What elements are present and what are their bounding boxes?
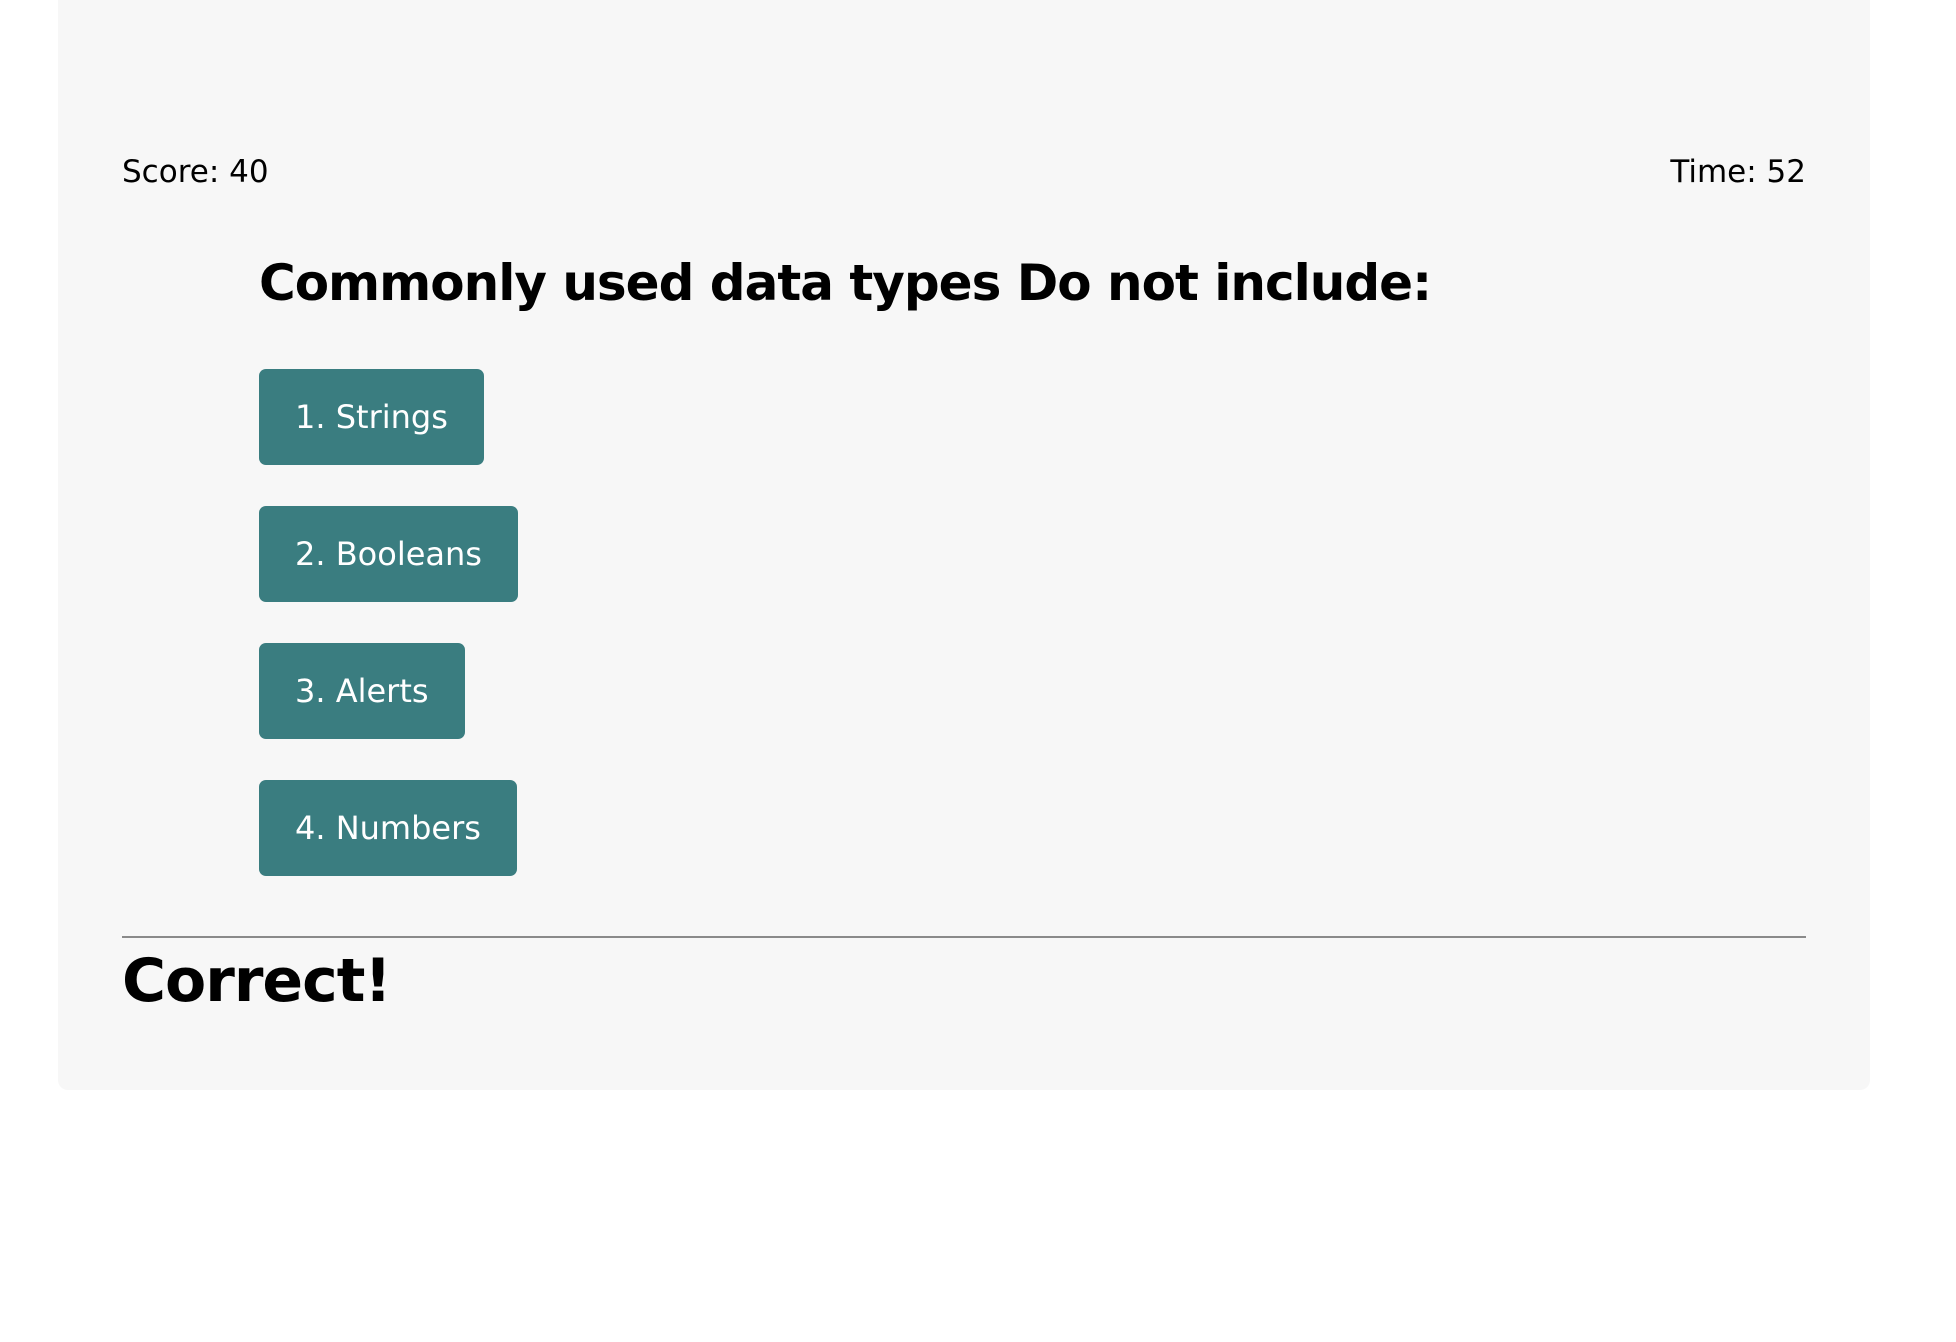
quiz-card: Score: 40 Time: 52 Commonly used data ty… — [58, 0, 1870, 1090]
feedback-divider — [122, 936, 1806, 938]
choice-button-alerts[interactable]: 3. Alerts — [259, 643, 465, 739]
answer-choices: 1. Strings 2. Booleans 3. Alerts 4. Numb… — [259, 369, 518, 876]
choice-button-numbers[interactable]: 4. Numbers — [259, 780, 517, 876]
score-display: Score: 40 — [122, 154, 269, 190]
stats-bar: Score: 40 Time: 52 — [122, 148, 1806, 196]
timer-display: Time: 52 — [1670, 154, 1806, 190]
question-title: Commonly used data types Do not include: — [259, 254, 1432, 312]
choice-button-strings[interactable]: 1. Strings — [259, 369, 484, 465]
choice-button-booleans[interactable]: 2. Booleans — [259, 506, 518, 602]
answer-feedback: Correct! — [122, 946, 392, 1016]
